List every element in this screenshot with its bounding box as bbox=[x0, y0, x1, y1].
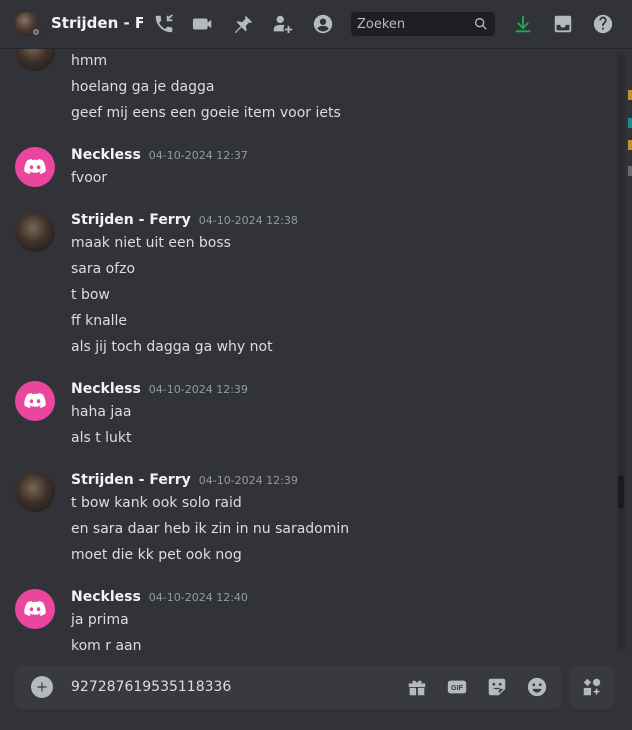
username[interactable]: Strijden - Ferry bbox=[71, 472, 191, 488]
message-text: sara ofzo bbox=[71, 261, 136, 277]
message-header: Neckless 04-10-2024 12:40 bbox=[71, 589, 248, 609]
gif-icon: GIF bbox=[447, 680, 467, 694]
pin-icon[interactable] bbox=[231, 12, 255, 36]
message-header: Neckless 04-10-2024 12:39 bbox=[71, 381, 248, 401]
apps-icon bbox=[583, 678, 601, 696]
download-icon[interactable] bbox=[511, 12, 535, 36]
gift-icon[interactable] bbox=[405, 675, 429, 699]
svg-text:GIF: GIF bbox=[451, 683, 464, 692]
message-list: hmm hoelang ga je dagga geef mij eens ee… bbox=[0, 49, 612, 661]
plus-icon bbox=[37, 682, 47, 692]
avatar[interactable] bbox=[15, 147, 55, 187]
username[interactable]: Neckless bbox=[71, 381, 141, 397]
scrollbar-thumb[interactable] bbox=[618, 475, 624, 509]
message-header: Strijden - Ferry 04-10-2024 12:38 bbox=[71, 212, 298, 232]
avatar[interactable] bbox=[15, 589, 55, 629]
message-header: Neckless 04-10-2024 12:37 bbox=[71, 147, 248, 167]
page-title: Strijden - Ferry bbox=[51, 14, 143, 32]
timestamp: 04-10-2024 12:40 bbox=[148, 591, 248, 604]
inbox-icon[interactable] bbox=[551, 12, 575, 36]
emoji-icon[interactable] bbox=[525, 675, 549, 699]
message-input[interactable] bbox=[71, 677, 391, 697]
scrollbar-track[interactable] bbox=[617, 54, 625, 652]
message-text: en sara daar heb ik zin in nu saradomin bbox=[71, 521, 350, 537]
username[interactable]: Neckless bbox=[71, 147, 141, 163]
avatar[interactable] bbox=[15, 212, 55, 252]
status-indicator bbox=[31, 27, 41, 37]
message-text: haha jaa bbox=[71, 404, 132, 420]
channel-header: Strijden - Ferry bbox=[0, 0, 632, 49]
help-icon[interactable] bbox=[591, 12, 615, 36]
search-input[interactable] bbox=[357, 15, 467, 33]
username[interactable]: Neckless bbox=[71, 589, 141, 605]
add-attachment-button[interactable] bbox=[31, 676, 53, 698]
discord-logo-icon bbox=[24, 601, 46, 616]
app-launcher-button[interactable] bbox=[570, 665, 614, 709]
message-text: ja prima bbox=[71, 612, 129, 628]
message-header: Strijden - Ferry 04-10-2024 12:39 bbox=[71, 472, 298, 492]
message-text: t bow bbox=[71, 287, 110, 303]
timestamp: 04-10-2024 12:39 bbox=[198, 474, 298, 487]
message-text: maak niet uit een boss bbox=[71, 235, 231, 251]
sticker-icon[interactable] bbox=[485, 675, 509, 699]
avatar[interactable] bbox=[15, 49, 55, 71]
message-text: moet die kk pet ook nog bbox=[71, 547, 242, 563]
message-text: fvoor bbox=[71, 170, 108, 186]
window-edge-strip bbox=[628, 54, 632, 194]
add-member-icon[interactable] bbox=[271, 12, 295, 36]
timestamp: 04-10-2024 12:37 bbox=[148, 149, 248, 162]
message-text: hoelang ga je dagga bbox=[71, 79, 215, 95]
message-text: kom r aan bbox=[71, 638, 142, 654]
message-text: als t lukt bbox=[71, 430, 132, 446]
timestamp: 04-10-2024 12:39 bbox=[148, 383, 248, 396]
discord-logo-icon bbox=[24, 393, 46, 408]
timestamp: 04-10-2024 12:38 bbox=[198, 214, 298, 227]
message-text: t bow kank ook solo raid bbox=[71, 495, 242, 511]
search-box[interactable] bbox=[351, 12, 495, 36]
username[interactable]: Strijden - Ferry bbox=[71, 212, 191, 228]
avatar[interactable] bbox=[15, 472, 55, 512]
phone-call-icon[interactable] bbox=[152, 12, 176, 36]
message-text: hmm bbox=[71, 53, 108, 69]
gif-button[interactable]: GIF bbox=[445, 675, 469, 699]
discord-logo-icon bbox=[24, 159, 46, 174]
message-text: geef mij eens een goeie item voor iets bbox=[71, 105, 341, 121]
avatar[interactable] bbox=[15, 381, 55, 421]
message-text: als jij toch dagga ga why not bbox=[71, 339, 273, 355]
user-profile-icon[interactable] bbox=[311, 12, 335, 36]
message-composer: GIF bbox=[15, 665, 562, 709]
search-icon bbox=[473, 16, 489, 32]
message-text: ff knalle bbox=[71, 313, 128, 329]
video-icon[interactable] bbox=[191, 12, 215, 36]
